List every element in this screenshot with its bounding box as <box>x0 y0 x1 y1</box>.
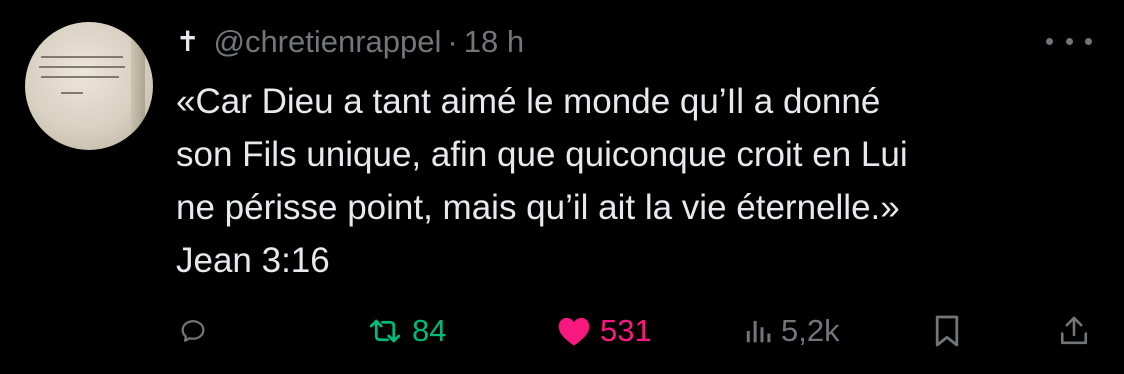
repost-icon <box>369 319 401 343</box>
share-button[interactable] <box>1058 305 1090 357</box>
avatar-text-line <box>61 92 83 94</box>
author-badge: ✝ <box>176 26 200 57</box>
tweet-text-line: son Fils unique, afin que quiconque croi… <box>176 135 908 174</box>
repost-count: 84 <box>412 313 447 348</box>
avatar-book-edge <box>131 32 145 140</box>
avatar-text-line <box>39 66 125 68</box>
views-count: 5,2k <box>781 313 840 348</box>
bookmark-icon <box>935 315 959 347</box>
more-dot <box>1065 38 1073 45</box>
more-dot <box>1085 38 1092 45</box>
heart-icon <box>558 317 590 346</box>
like-button[interactable]: 531 <box>556 305 652 357</box>
repost-button[interactable]: 84 <box>366 305 446 357</box>
bookmark-button[interactable] <box>933 305 961 357</box>
tweet-timestamp[interactable]: 18 h <box>464 24 524 60</box>
header-separator: · <box>447 24 458 59</box>
reply-icon <box>181 320 205 342</box>
tweet-text: «Car Dieu a tant aimé le monde qu’Il a d… <box>176 75 1106 287</box>
tweet-text-line: ne périsse point, mais qu’il ait la vie … <box>176 188 900 227</box>
reply-button[interactable] <box>178 305 208 357</box>
more-options-icon[interactable] <box>1046 38 1092 48</box>
avatar-text-line <box>41 56 123 58</box>
avatar-text-line <box>41 76 119 78</box>
tweet-text-line: «Car Dieu a tant aimé le monde qu’Il a d… <box>176 82 881 121</box>
more-dot <box>1046 38 1053 45</box>
author-handle[interactable]: @chretienrappel <box>213 24 441 60</box>
tweet-text-line: Jean 3:16 <box>176 241 330 280</box>
tweet-actions: 84 531 5,2k <box>0 305 1124 357</box>
views-button[interactable]: 5,2k <box>743 305 840 357</box>
like-count: 531 <box>600 313 652 348</box>
share-icon <box>1060 316 1088 345</box>
avatar[interactable] <box>25 22 153 150</box>
tweet-header: ✝ @chretienrappel · 18 h <box>176 22 524 62</box>
views-icon <box>746 321 771 343</box>
